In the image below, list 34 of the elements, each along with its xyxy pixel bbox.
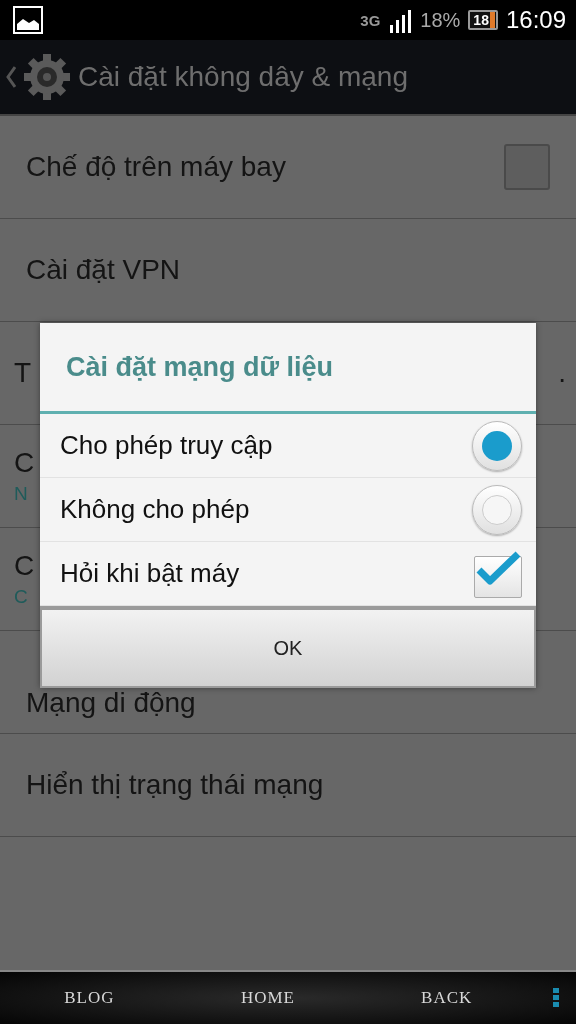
battery-icon: 18 bbox=[468, 10, 498, 30]
screen-title: Cài đặt không dây & mạng bbox=[78, 61, 408, 93]
nav-button[interactable]: BACK bbox=[415, 986, 479, 1010]
picture-icon bbox=[13, 6, 43, 34]
setting-title: T bbox=[14, 357, 32, 389]
nav-button[interactable]: HOME bbox=[234, 986, 301, 1010]
setting-title: Chế độ trên máy bay bbox=[26, 151, 286, 183]
dialog-title: Cài đặt mạng dữ liệu bbox=[66, 351, 334, 383]
setting-summary: C bbox=[14, 586, 28, 608]
setting-title: Cài đặt VPN bbox=[26, 254, 181, 286]
dialog-option[interactable]: Không cho phép bbox=[40, 478, 536, 542]
setting-title: Hiển thị trạng thái mạng bbox=[26, 769, 324, 801]
option-label: Hỏi khi bật máy bbox=[60, 558, 241, 589]
checkbox[interactable] bbox=[504, 144, 550, 190]
clock: 16:09 bbox=[505, 6, 566, 34]
radio-button[interactable] bbox=[472, 420, 522, 471]
network-type: 3G bbox=[360, 11, 381, 29]
radio-button[interactable] bbox=[472, 484, 522, 535]
dialog-option[interactable]: Cho phép truy cập bbox=[40, 414, 536, 478]
battery-percent: 18% bbox=[420, 8, 461, 32]
checkbox[interactable] bbox=[474, 549, 522, 598]
back-chevron-icon[interactable] bbox=[6, 65, 16, 89]
setting-title: C bbox=[14, 447, 35, 479]
setting-title-end: . bbox=[558, 357, 566, 389]
setting-title: Mạng di động bbox=[26, 687, 196, 719]
nav-button[interactable]: BLOG bbox=[58, 986, 121, 1010]
gear-icon bbox=[22, 52, 72, 102]
overflow-menu-icon[interactable] bbox=[553, 988, 559, 1008]
setting-title: C bbox=[14, 550, 35, 582]
option-label: Cho phép truy cập bbox=[60, 430, 274, 461]
signal-icon bbox=[388, 7, 413, 33]
ok-button[interactable]: OK bbox=[42, 610, 534, 686]
setting-summary: N bbox=[14, 483, 28, 505]
option-label: Không cho phép bbox=[60, 494, 251, 525]
